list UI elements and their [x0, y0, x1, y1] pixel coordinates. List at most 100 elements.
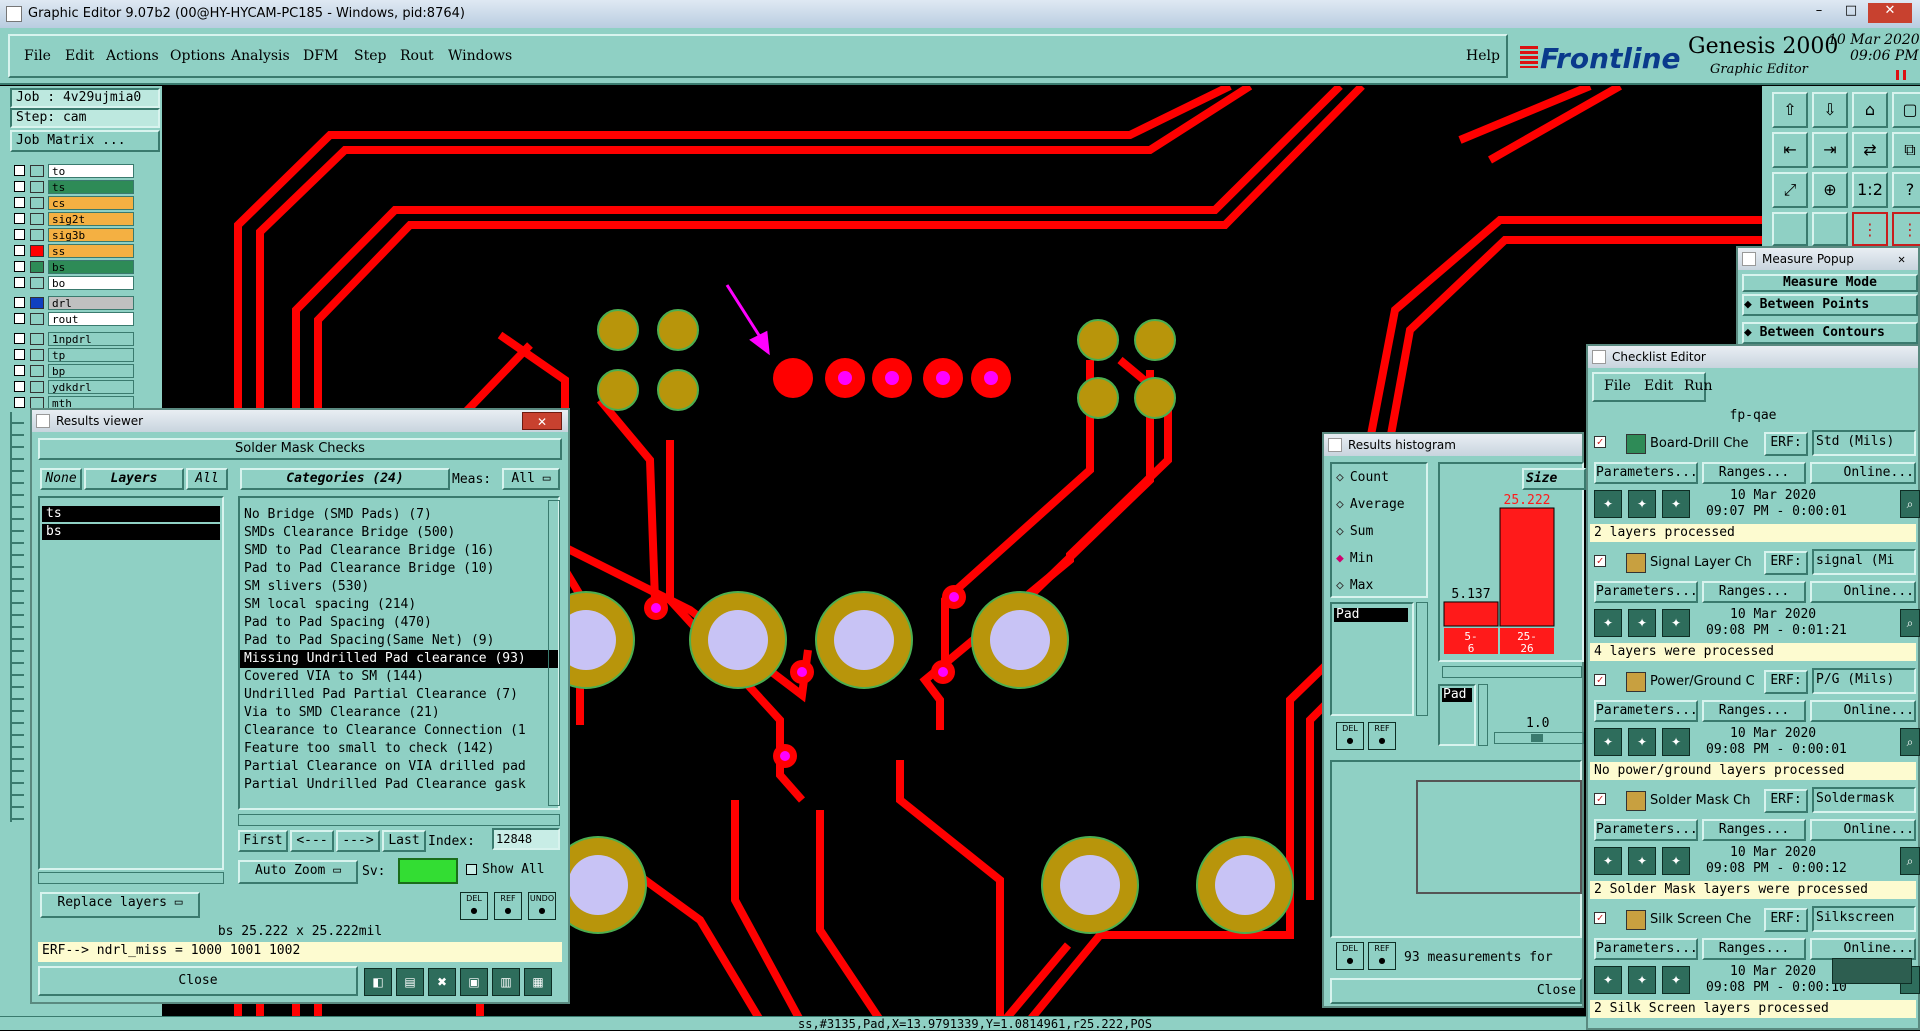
layer-swatch[interactable]	[30, 261, 44, 273]
checklist-item-checkbox[interactable]: ✓	[1594, 555, 1606, 567]
histogram-option-count[interactable]: ◇ Count	[1336, 468, 1426, 488]
layer-row-drl[interactable]: drl	[14, 296, 134, 310]
layer-swatch[interactable]	[30, 297, 44, 309]
layer-checkbox[interactable]	[14, 349, 25, 360]
stop-icon[interactable]: ✦	[1662, 728, 1690, 756]
checklist-item-checkbox[interactable]: ✓	[1594, 912, 1606, 924]
run-icon[interactable]: ✦	[1594, 728, 1622, 756]
layer-swatch[interactable]	[30, 365, 44, 377]
layer-swatch[interactable]	[30, 349, 44, 361]
filter-tool-icon[interactable]: ✖	[428, 968, 456, 996]
category-item[interactable]: No Bridge (SMD Pads) (7)	[240, 506, 558, 524]
minimize-icon[interactable]: –	[1804, 3, 1834, 23]
histogram-option-max[interactable]: ◇ Max	[1336, 576, 1426, 596]
measure-option-0[interactable]: ◆ Between Points	[1742, 294, 1918, 316]
prev-button[interactable]: <---	[290, 830, 334, 852]
layer-row-tp[interactable]: tp	[14, 348, 134, 362]
run-all-icon[interactable]: ✦	[1628, 609, 1656, 637]
report-tool-icon[interactable]: ▥	[492, 968, 520, 996]
pause-icon[interactable]	[1896, 70, 1906, 80]
layer-checkbox[interactable]	[14, 213, 25, 224]
category-item[interactable]: Missing Undrilled Pad clearance (93)	[240, 650, 558, 668]
erf-value[interactable]: signal (Mi	[1812, 549, 1916, 575]
layer-row-ts[interactable]: ts	[14, 180, 134, 194]
screen-tool-icon[interactable]: ▤	[396, 968, 424, 996]
histogram-option-average[interactable]: ◇ Average	[1336, 495, 1426, 515]
layer-swatch[interactable]	[30, 213, 44, 225]
parameters-button[interactable]: Parameters...	[1594, 462, 1698, 484]
radio-diamond-icon[interactable]: ◇	[1336, 578, 1344, 593]
menu-step[interactable]: Step	[354, 48, 386, 64]
window-icon[interactable]: ▢	[1892, 92, 1920, 128]
measure-popup-close-icon[interactable]: ✕	[1898, 252, 1905, 266]
histogram-close-button[interactable]: Close	[1330, 978, 1582, 1004]
category-item[interactable]: Covered VIA to SM (144)	[240, 668, 558, 686]
online-button[interactable]: Online...	[1810, 819, 1916, 841]
histogram-tool-icon[interactable]: ▦	[524, 968, 552, 996]
checklist-menu-file[interactable]: File	[1604, 378, 1631, 394]
layer-row-to[interactable]: to	[14, 164, 134, 178]
histogram-item-vscroll[interactable]	[1416, 602, 1428, 716]
ranges-button[interactable]: Ranges...	[1702, 700, 1806, 722]
ranges-button[interactable]: Ranges...	[1702, 462, 1806, 484]
first-button[interactable]: First	[238, 830, 288, 852]
parameters-button[interactable]: Parameters...	[1594, 819, 1698, 841]
next-button[interactable]: --->	[336, 830, 380, 852]
histogram-option-min[interactable]: ◆ Min	[1336, 549, 1426, 569]
layer-row-bs[interactable]: bs	[14, 260, 134, 274]
floating-tray[interactable]	[1832, 958, 1912, 984]
category-list[interactable]: No Bridge (SMD Pads) (7) SMDs Clearance B…	[238, 496, 560, 810]
layer-swatch[interactable]	[30, 277, 44, 289]
radio-diamond-icon[interactable]: ◇	[1336, 470, 1344, 485]
layer-checkbox[interactable]	[14, 245, 25, 256]
results-viewer-close-icon[interactable]: ✕	[522, 412, 562, 430]
result-layer-item[interactable]: ts	[42, 506, 220, 522]
category-vscroll[interactable]	[548, 500, 560, 806]
run-all-icon[interactable]: ✦	[1628, 966, 1656, 994]
run-all-icon[interactable]: ✦	[1628, 490, 1656, 518]
layer-swatch[interactable]	[30, 165, 44, 177]
histogram-pad-vscroll[interactable]	[1478, 684, 1488, 746]
hist-ref2-icon[interactable]: REF ●	[1368, 942, 1396, 970]
ref-icon[interactable]: REF ●	[494, 892, 522, 920]
meas-dropdown[interactable]: All ▭	[502, 468, 560, 490]
run-icon[interactable]: ✦	[1594, 966, 1622, 994]
histogram-bar[interactable]	[1499, 507, 1555, 627]
rv-close-button[interactable]: Close	[38, 966, 358, 996]
layer-swatch[interactable]	[30, 313, 44, 325]
run-icon[interactable]: ✦	[1594, 847, 1622, 875]
category-item[interactable]: Pad to Pad Clearance Bridge (10)	[240, 560, 558, 578]
category-item[interactable]: Pad to Pad Spacing(Same Net) (9)	[240, 632, 558, 650]
help-menu[interactable]: Help	[1466, 48, 1500, 64]
parameters-button[interactable]: Parameters...	[1594, 700, 1698, 722]
job-matrix-button[interactable]: Job Matrix ...	[10, 130, 160, 152]
layer-swatch[interactable]	[30, 245, 44, 257]
checklist-menu-edit[interactable]: Edit	[1644, 378, 1673, 394]
layer-list-hscroll[interactable]	[38, 872, 224, 884]
layer-row-cs[interactable]: cs	[14, 196, 134, 210]
category-item[interactable]: SMDs Clearance Bridge (500)	[240, 524, 558, 542]
histogram-item-list[interactable]: Pad	[1330, 602, 1414, 716]
net-tool-icon[interactable]: ⋮	[1892, 212, 1920, 246]
pan-icon[interactable]: ⊕	[1812, 172, 1848, 208]
grid-tool-icon[interactable]	[1812, 212, 1848, 246]
categories-button[interactable]: Categories (24)	[240, 468, 450, 490]
prev-icon[interactable]: ⇤	[1772, 132, 1808, 168]
category-item[interactable]: Via to SMD Clearance (21)	[240, 704, 558, 722]
layer-swatch[interactable]	[30, 229, 44, 241]
histogram-item-pad[interactable]: Pad	[1334, 608, 1408, 622]
layer-checkbox[interactable]	[14, 333, 25, 344]
erf-value[interactable]: Std (Mils)	[1812, 430, 1916, 456]
undo-icon[interactable]: UNDO ●	[528, 892, 556, 920]
histogram-pad-item[interactable]: Pad	[1442, 688, 1472, 702]
maximize-icon[interactable]: □	[1836, 3, 1866, 23]
ranges-button[interactable]: Ranges...	[1702, 938, 1806, 960]
run-all-icon[interactable]: ✦	[1628, 847, 1656, 875]
histogram-hscroll[interactable]	[1442, 666, 1582, 678]
close-icon[interactable]: ✕	[1868, 3, 1912, 23]
help-icon[interactable]: ?	[1892, 172, 1920, 208]
radio-diamond-icon[interactable]: ◇	[1336, 524, 1344, 539]
layer-row-bo[interactable]: bo	[14, 276, 134, 290]
grid-tool-icon[interactable]	[1772, 212, 1808, 246]
import-icon[interactable]: ⇩	[1812, 92, 1848, 128]
